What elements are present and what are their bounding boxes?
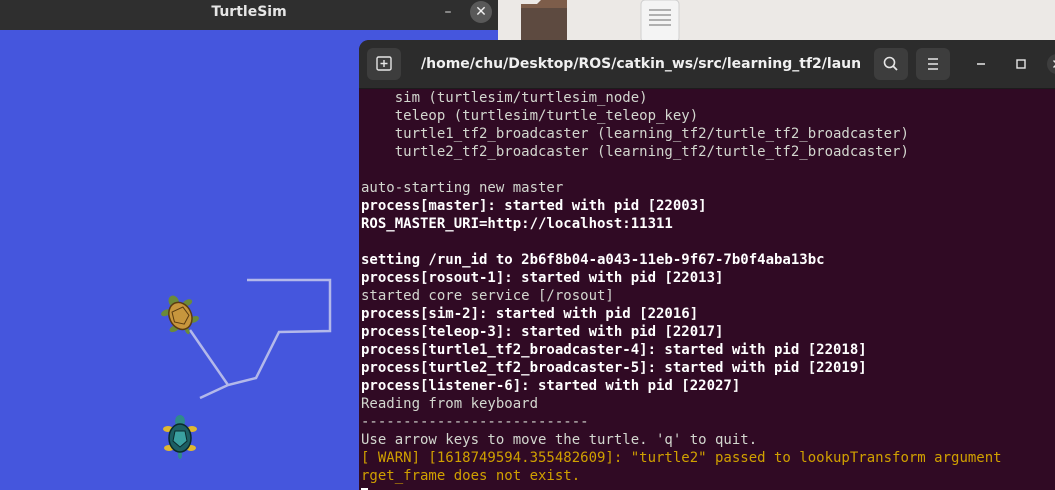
terminal-line: turtle1_tf2_broadcaster (learning_tf2/tu…	[361, 126, 909, 142]
desktop-background	[498, 0, 1055, 42]
terminal-line: started core service [/rosout]	[361, 288, 614, 304]
terminal-line: [ WARN] [1618749594.355482609]: "turtle2…	[361, 450, 1002, 466]
terminal-line: teleop (turtlesim/turtle_teleop_key)	[361, 108, 699, 124]
terminal-window[interactable]: /home/chu/Desktop/ROS/catkin_ws/src/lear…	[359, 40, 1055, 490]
terminal-line: process[listener-6]: started with pid [2…	[361, 378, 741, 394]
terminal-line: process[sim-2]: started with pid [22016]	[361, 306, 699, 322]
turtlesim-minimize-button[interactable]: –	[438, 4, 458, 20]
new-tab-icon	[376, 56, 392, 71]
terminal-line: process[turtle2_tf2_broadcaster-5]: star…	[361, 360, 867, 376]
terminal-line: Use arrow keys to move the turtle. 'q' t…	[361, 432, 758, 448]
terminal-window-title: /home/chu/Desktop/ROS/catkin_ws/src/lear…	[421, 56, 861, 72]
terminal-minimize-button[interactable]	[971, 54, 991, 74]
terminal-line: setting /run_id to 2b6f8b04-a043-11eb-9f…	[361, 252, 825, 268]
minimize-icon	[977, 63, 985, 65]
terminal-line: sim (turtlesim/turtlesim_node)	[361, 90, 648, 106]
terminal-line: auto-starting new master	[361, 180, 564, 196]
terminal-prompt-line[interactable]	[361, 485, 1051, 490]
menu-button[interactable]	[916, 48, 950, 80]
hamburger-menu-icon	[928, 58, 938, 70]
terminal-line: Reading from keyboard	[361, 396, 539, 412]
turtlesim-close-button[interactable]: ✕	[470, 1, 492, 23]
terminal-line: ---------------------------	[361, 414, 589, 430]
terminal-maximize-button[interactable]	[1011, 54, 1031, 74]
search-icon	[883, 56, 898, 71]
terminal-output[interactable]: sim (turtlesim/turtlesim_node) teleop (t…	[361, 89, 1051, 490]
turtlesim-titlebar[interactable]: TurtleSim – ✕	[0, 0, 498, 30]
terminal-headerbar[interactable]: /home/chu/Desktop/ROS/catkin_ws/src/lear…	[359, 40, 1055, 89]
terminal-line: turtle2_tf2_broadcaster (learning_tf2/tu…	[361, 144, 909, 160]
terminal-line: process[teleop-3]: started with pid [220…	[361, 324, 724, 340]
maximize-icon	[1016, 59, 1026, 69]
terminal-close-button[interactable]	[1047, 54, 1055, 74]
folder-icon[interactable]	[521, 0, 567, 40]
terminal-line: rget_frame does not exist.	[361, 468, 581, 484]
terminal-line: process[master]: started with pid [22003…	[361, 198, 707, 214]
close-icon	[1052, 59, 1055, 69]
search-button[interactable]	[874, 48, 908, 80]
terminal-line: process[turtle1_tf2_broadcaster-4]: star…	[361, 342, 867, 358]
file-icon[interactable]	[640, 0, 680, 43]
terminal-line: process[rosout-1]: started with pid [220…	[361, 270, 724, 286]
new-tab-button[interactable]	[367, 48, 401, 80]
terminal-line: ROS_MASTER_URI=http://localhost:11311	[361, 216, 673, 232]
turtlesim-window-title: TurtleSim	[211, 4, 287, 20]
